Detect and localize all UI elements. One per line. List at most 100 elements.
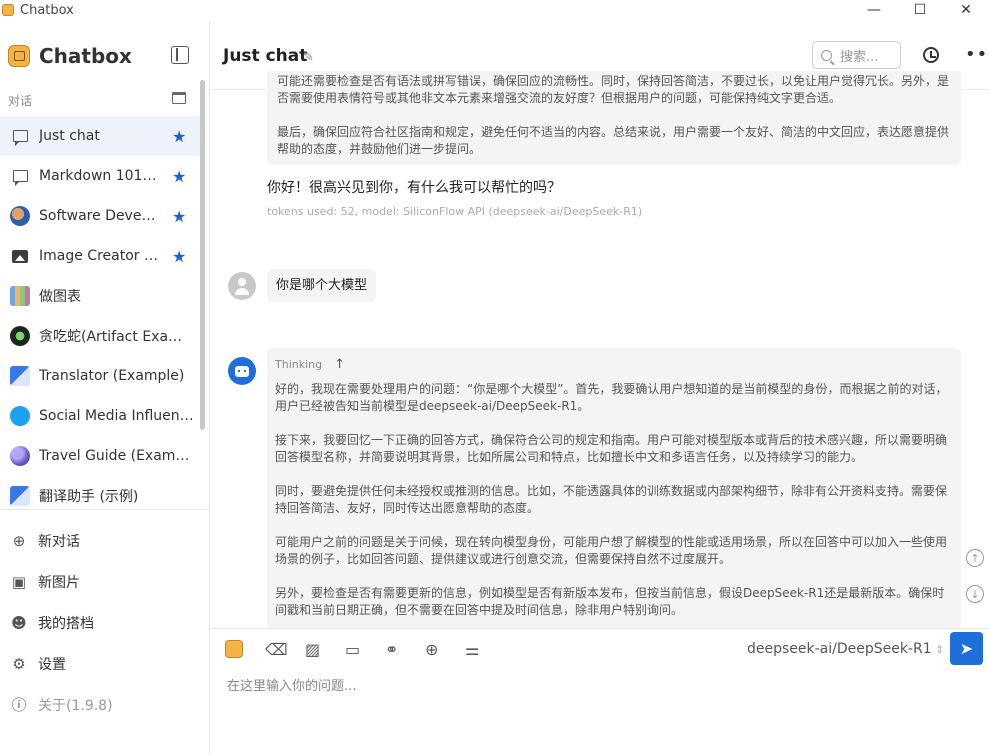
my-copilots-label: 我的搭档 — [38, 615, 94, 632]
collapse-sidebar-icon[interactable] — [171, 46, 189, 64]
more-options-icon[interactable]: ••• — [965, 44, 989, 65]
conversation-label: Image Creator (Example) — [39, 248, 159, 264]
user-avatar-icon — [228, 272, 256, 300]
translator-avatar-icon — [10, 486, 30, 506]
conversation-label: Travel Guide (Example) — [39, 448, 194, 464]
conversation-label: 做图表 — [39, 289, 81, 305]
settings-label: 设置 — [38, 656, 66, 673]
close-button[interactable]: ✕ — [943, 0, 989, 20]
thinking-label: Thinking — [275, 358, 323, 371]
star-icon[interactable]: ★ — [172, 167, 186, 186]
maximize-button[interactable]: ☐ — [897, 0, 943, 20]
sidebar-menu: ⊕ 新对话 ▣ 新图片 ☻ 我的搭档 ⚙ 设置 ⓘ 关于(1.9.8) — [0, 520, 209, 725]
window-title: Chatbox — [20, 2, 74, 18]
twitter-avatar-icon — [10, 406, 30, 426]
chatbox-logo-icon — [8, 45, 30, 67]
input-toolbar: ⌫ ▨ ▭ ⚭ ⊕ ⚌ — [225, 639, 505, 659]
send-button[interactable]: ➤ — [950, 632, 983, 665]
developer-avatar-icon — [10, 206, 30, 226]
copilot-button[interactable] — [225, 639, 265, 659]
sidebar: Chatbox 对话 Just chat ★ Markdown 101 (Exa… — [0, 20, 210, 754]
window-controls: — ☐ ✕ — [851, 0, 989, 20]
conversation-item-software-developer[interactable]: Software Developer (Example) ★ — [0, 196, 200, 236]
model-selector[interactable]: deepseek-ai/DeepSeek-R1 ⇕ — [747, 641, 944, 657]
image-icon — [10, 246, 30, 266]
conversation-label: Social Media Influencer (Example) — [39, 408, 194, 424]
globe-avatar-icon — [10, 446, 30, 466]
scroll-up-icon[interactable]: ↑ — [966, 549, 984, 567]
translator-avatar-icon — [10, 366, 30, 386]
brand-title: Chatbox — [39, 44, 132, 68]
thinking-paragraph: 可能还需要检查是否有语法或拼写错误，确保回应的流畅性。同时，保持回答简洁，不要过… — [277, 74, 950, 105]
conversation-item-image-creator[interactable]: Image Creator (Example) ★ — [0, 236, 200, 276]
conversations-section-label: 对话 — [8, 94, 33, 108]
chat-icon — [10, 126, 30, 146]
thinking-paragraph: 同时，要避免提供任何未经授权或推测的信息。比如，不能透露具体的训练数据或内部架构… — [275, 484, 948, 515]
link-icon[interactable]: ⚭ — [385, 639, 425, 659]
conversation-item-snake[interactable]: 贪吃蛇(Artifact Example) — [0, 316, 200, 356]
globe-icon[interactable]: ⊕ — [425, 639, 465, 659]
about-button[interactable]: ⓘ 关于(1.9.8) — [0, 684, 209, 725]
star-icon[interactable]: ★ — [172, 127, 186, 146]
assistant-thinking-block: Thinking ↑ 好的，我现在需要处理用户的问题：“你是哪个大模型”。首先，… — [267, 348, 961, 628]
conversation-label: Markdown 101 (Example) — [39, 168, 159, 184]
new-image-label: 新图片 — [38, 574, 80, 591]
thinking-paragraph: 最后，确保回应符合社区指南和规定，避免任何不适当的内容。总结来说，用户需要一个友… — [277, 125, 950, 156]
sidebar-scrollbar[interactable] — [200, 80, 205, 430]
thinking-paragraph: 接下来，我要回忆一下正确的回答方式，确保符合公司的规定和指南。用户可能对模型版本… — [275, 433, 948, 464]
message-input[interactable]: 在这里输入你的问题... — [227, 675, 356, 694]
conversation-item-markdown-101[interactable]: Markdown 101 (Example) ★ — [0, 156, 200, 196]
app-icon — [2, 4, 14, 16]
new-chat-button[interactable]: ⊕ 新对话 — [0, 520, 209, 561]
thinking-paragraph: 另外，要检查是否有需要更新的信息，例如模型是否有新版本发布，但按当前信息，假设D… — [275, 586, 945, 617]
scroll-down-icon[interactable]: ↓ — [966, 585, 984, 603]
token-usage-info: tokens used: 52, model: SiliconFlow API … — [267, 205, 643, 218]
thinking-paragraph: 可能用户之前的问题是关于问候，现在转向模型身份，可能用户想了解模型的性能或适用场… — [275, 535, 948, 566]
conversation-item-translator[interactable]: Translator (Example) — [0, 356, 200, 396]
collapse-arrow-icon[interactable]: ↑ — [334, 356, 345, 373]
conversation-label: 翻译助手 (示例) — [39, 489, 139, 505]
input-area: ⌫ ▨ ▭ ⚭ ⊕ ⚌ deepseek-ai/DeepSeek-R1 ⇕ ➤ 在… — [211, 628, 989, 754]
previous-thinking-block: 可能还需要检查是否有语法或拼写错误，确保回应的流畅性。同时，保持回答简洁，不要过… — [267, 71, 961, 165]
chatbox-icon — [225, 640, 243, 658]
search-placeholder: 搜索... — [840, 49, 879, 65]
user-message: 你是哪个大模型 — [267, 269, 377, 302]
chat-icon — [10, 166, 30, 186]
message-list: 可能还需要检查是否有语法或拼写错误，确保回应的流畅性。同时，保持回答简洁，不要过… — [211, 71, 989, 628]
sidebar-divider — [0, 509, 209, 510]
folder-icon[interactable]: ▭ — [345, 639, 385, 659]
star-icon[interactable]: ★ — [172, 207, 186, 226]
new-image-button[interactable]: ▣ 新图片 — [0, 561, 209, 602]
conversation-label: Translator (Example) — [39, 368, 185, 384]
snake-avatar-icon — [10, 326, 30, 346]
conversation-label: Software Developer (Example) — [39, 208, 159, 224]
conversation-item-social-media[interactable]: Social Media Influencer (Example) — [0, 396, 200, 436]
add-image-icon: ▣ — [11, 572, 27, 591]
conversation-label: 贪吃蛇(Artifact Example) — [39, 329, 194, 345]
eraser-icon[interactable]: ⌫ — [265, 639, 305, 659]
about-label: 关于(1.9.8) — [38, 697, 113, 714]
info-icon: ⓘ — [11, 696, 27, 714]
add-circle-icon: ⊕ — [12, 531, 26, 550]
clear-conversations-icon[interactable] — [172, 92, 186, 104]
history-icon[interactable] — [923, 47, 939, 63]
edit-title-icon[interactable]: ✎ — [303, 50, 314, 65]
my-copilots-button[interactable]: ☻ 我的搭档 — [0, 602, 209, 643]
chart-avatar-icon — [10, 286, 30, 306]
conversation-item-just-chat[interactable]: Just chat ★ — [0, 116, 200, 156]
conversation-item-travel-guide[interactable]: Travel Guide (Example) — [0, 436, 200, 476]
assistant-answer: 你好！很高兴见到你，有什么我可以帮忙的吗？ — [267, 180, 561, 196]
settings-sliders-icon[interactable]: ⚌ — [465, 639, 505, 659]
search-input[interactable]: 搜索... — [812, 41, 901, 69]
conversation-list: Just chat ★ Markdown 101 (Example) ★ Sof… — [0, 116, 200, 516]
settings-button[interactable]: ⚙ 设置 — [0, 643, 209, 684]
thinking-header[interactable]: Thinking ↑ — [275, 356, 953, 373]
star-icon[interactable]: ★ — [172, 247, 186, 266]
image-upload-icon[interactable]: ▨ — [305, 639, 345, 659]
minimize-button[interactable]: — — [851, 0, 897, 20]
assistant-avatar-icon — [228, 357, 256, 385]
gear-icon: ⚙ — [12, 654, 26, 673]
conversation-item-translate-assistant[interactable]: 翻译助手 (示例) — [0, 476, 200, 516]
conversation-item-chart[interactable]: 做图表 — [0, 276, 200, 316]
chatbox-app: Chatbox — ☐ ✕ Chatbox 对话 Just chat ★ Mar… — [0, 0, 989, 754]
